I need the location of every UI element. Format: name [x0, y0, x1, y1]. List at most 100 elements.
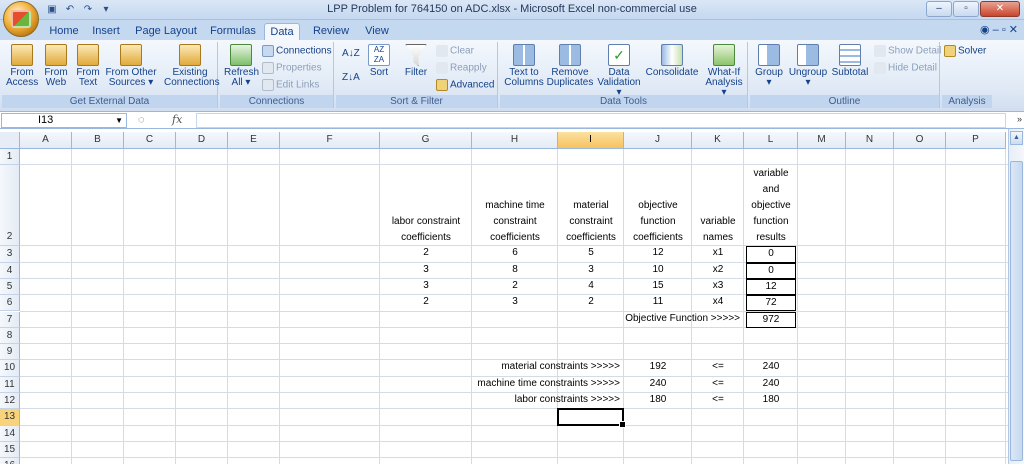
table-cell-i3[interactable]: 5: [558, 246, 624, 262]
table-cell-h4[interactable]: 8: [472, 263, 558, 279]
column-header-d[interactable]: D: [176, 132, 228, 149]
name-box[interactable]: I13 ▼: [1, 113, 127, 128]
subtotal-button[interactable]: Subtotal: [830, 44, 870, 78]
constraint-op[interactable]: <=: [692, 360, 744, 376]
row-header-4[interactable]: 4: [0, 262, 20, 279]
constraint-op[interactable]: <=: [692, 377, 744, 393]
constraint-lhs[interactable]: 180: [624, 393, 692, 409]
selected-cell-i13[interactable]: [557, 408, 626, 428]
constraint-rhs[interactable]: 180: [744, 393, 798, 409]
table-cell-h3[interactable]: 6: [472, 246, 558, 262]
sort-za-icon[interactable]: Z↓A: [342, 72, 360, 83]
row-header-8[interactable]: 8: [0, 327, 20, 345]
properties-button[interactable]: Properties: [262, 62, 322, 74]
row-header-10[interactable]: 10: [0, 360, 20, 377]
select-all-corner[interactable]: [0, 132, 20, 149]
table-cell-k3[interactable]: x1: [692, 246, 744, 262]
what-if-analysis-button[interactable]: What-If Analysis ▾: [702, 44, 746, 98]
tab-insert[interactable]: Insert: [88, 23, 124, 40]
table-cell-g6[interactable]: 2: [380, 295, 472, 311]
show-detail-button[interactable]: Show Detail: [874, 45, 941, 57]
table-cell-l6[interactable]: 72: [746, 295, 796, 312]
header-cell-l[interactable]: variable and objective function results: [744, 165, 798, 246]
column-header-e[interactable]: E: [228, 132, 280, 149]
constraint-rhs[interactable]: 240: [744, 360, 798, 376]
maximize-icon[interactable]: ▫: [953, 1, 979, 17]
row-header-5[interactable]: 5: [0, 278, 20, 296]
consolidate-button[interactable]: Consolidate: [644, 44, 700, 78]
from-access-button[interactable]: From Access: [6, 44, 38, 88]
row-header-14[interactable]: 14: [0, 425, 20, 442]
row-header-13[interactable]: 13: [0, 409, 20, 426]
office-button[interactable]: [3, 1, 39, 37]
constraint-lhs[interactable]: 192: [624, 360, 692, 376]
table-cell-i4[interactable]: 3: [558, 263, 624, 279]
scrollbar-thumb[interactable]: [1010, 161, 1023, 461]
header-cell-i[interactable]: material constraint coefficients: [558, 165, 624, 246]
column-header-p[interactable]: P: [946, 132, 1006, 149]
table-cell-k4[interactable]: x2: [692, 263, 744, 279]
row-header-16[interactable]: 16: [0, 458, 20, 464]
row-header-15[interactable]: 15: [0, 441, 20, 459]
from-other-sources-button[interactable]: From Other Sources ▾: [104, 44, 158, 88]
table-cell-g5[interactable]: 3: [380, 279, 472, 295]
tab-review[interactable]: Review: [310, 23, 352, 40]
minimize-icon[interactable]: –: [926, 1, 952, 17]
row-header-12[interactable]: 12: [0, 393, 20, 410]
remove-duplicates-button[interactable]: Remove Duplicates: [546, 44, 594, 88]
column-header-c[interactable]: C: [124, 132, 176, 149]
table-cell-j6[interactable]: 11: [624, 295, 692, 311]
tab-formulas[interactable]: Formulas: [208, 23, 258, 40]
table-cell-g3[interactable]: 2: [380, 246, 472, 262]
row-header-9[interactable]: 9: [0, 344, 20, 361]
column-header-n[interactable]: N: [846, 132, 894, 149]
column-header-i[interactable]: I: [558, 132, 624, 149]
help-icon[interactable]: ◉ – ▫ ✕: [980, 23, 1018, 36]
table-cell-j4[interactable]: 10: [624, 263, 692, 279]
constraint-rhs[interactable]: 240: [744, 377, 798, 393]
table-cell-i5[interactable]: 4: [558, 279, 624, 295]
tab-page-layout[interactable]: Page Layout: [134, 23, 198, 40]
sort-button[interactable]: AZ ZA Sort: [366, 44, 392, 78]
hide-detail-button[interactable]: Hide Detail: [874, 62, 937, 74]
tab-data[interactable]: Data: [264, 23, 300, 40]
clear-filter-button[interactable]: Clear: [436, 45, 474, 57]
column-header-g[interactable]: G: [380, 132, 472, 149]
advanced-filter-button[interactable]: Advanced: [436, 79, 494, 91]
refresh-all-button[interactable]: Refresh All ▾: [224, 44, 259, 88]
objective-function-value[interactable]: 972: [746, 311, 796, 328]
reapply-filter-button[interactable]: Reapply: [436, 62, 487, 74]
column-header-j[interactable]: J: [624, 132, 692, 149]
data-validation-button[interactable]: ✓ Data Validation ▾: [596, 44, 642, 98]
header-cell-h[interactable]: machine time constraint coefficients: [472, 165, 558, 246]
chevron-down-icon[interactable]: ▼: [115, 114, 123, 127]
column-header-b[interactable]: B: [72, 132, 124, 149]
existing-connections-button[interactable]: Existing Connections: [164, 44, 220, 88]
table-cell-l3[interactable]: 0: [746, 246, 796, 263]
header-cell-g[interactable]: labor constraint coefficients: [380, 165, 472, 246]
table-cell-h5[interactable]: 2: [472, 279, 558, 295]
row-header-1[interactable]: 1: [0, 149, 20, 166]
connections-button[interactable]: Connections: [262, 45, 332, 57]
tab-view[interactable]: View: [360, 23, 394, 40]
column-header-k[interactable]: K: [692, 132, 744, 149]
from-web-button[interactable]: From Web: [42, 44, 70, 88]
insert-function-icon[interactable]: fx: [172, 113, 182, 127]
row-header-6[interactable]: 6: [0, 295, 20, 312]
column-header-l[interactable]: L: [744, 132, 798, 149]
edit-links-button[interactable]: Edit Links: [262, 79, 319, 91]
table-cell-h6[interactable]: 3: [472, 295, 558, 311]
column-header-f[interactable]: F: [280, 132, 380, 149]
table-cell-j3[interactable]: 12: [624, 246, 692, 262]
constraint-lhs[interactable]: 240: [624, 377, 692, 393]
expand-formula-bar-icon[interactable]: »: [1017, 114, 1022, 124]
column-header-o[interactable]: O: [894, 132, 946, 149]
table-cell-k6[interactable]: x4: [692, 295, 744, 311]
column-header-h[interactable]: H: [472, 132, 558, 149]
row-header-11[interactable]: 11: [0, 376, 20, 393]
scroll-up-icon[interactable]: ▲: [1010, 131, 1023, 145]
close-icon[interactable]: ✕: [980, 1, 1020, 17]
row-header-7[interactable]: 7: [0, 311, 20, 328]
filter-button[interactable]: Filter: [402, 44, 430, 78]
table-cell-l5[interactable]: 12: [746, 278, 796, 296]
